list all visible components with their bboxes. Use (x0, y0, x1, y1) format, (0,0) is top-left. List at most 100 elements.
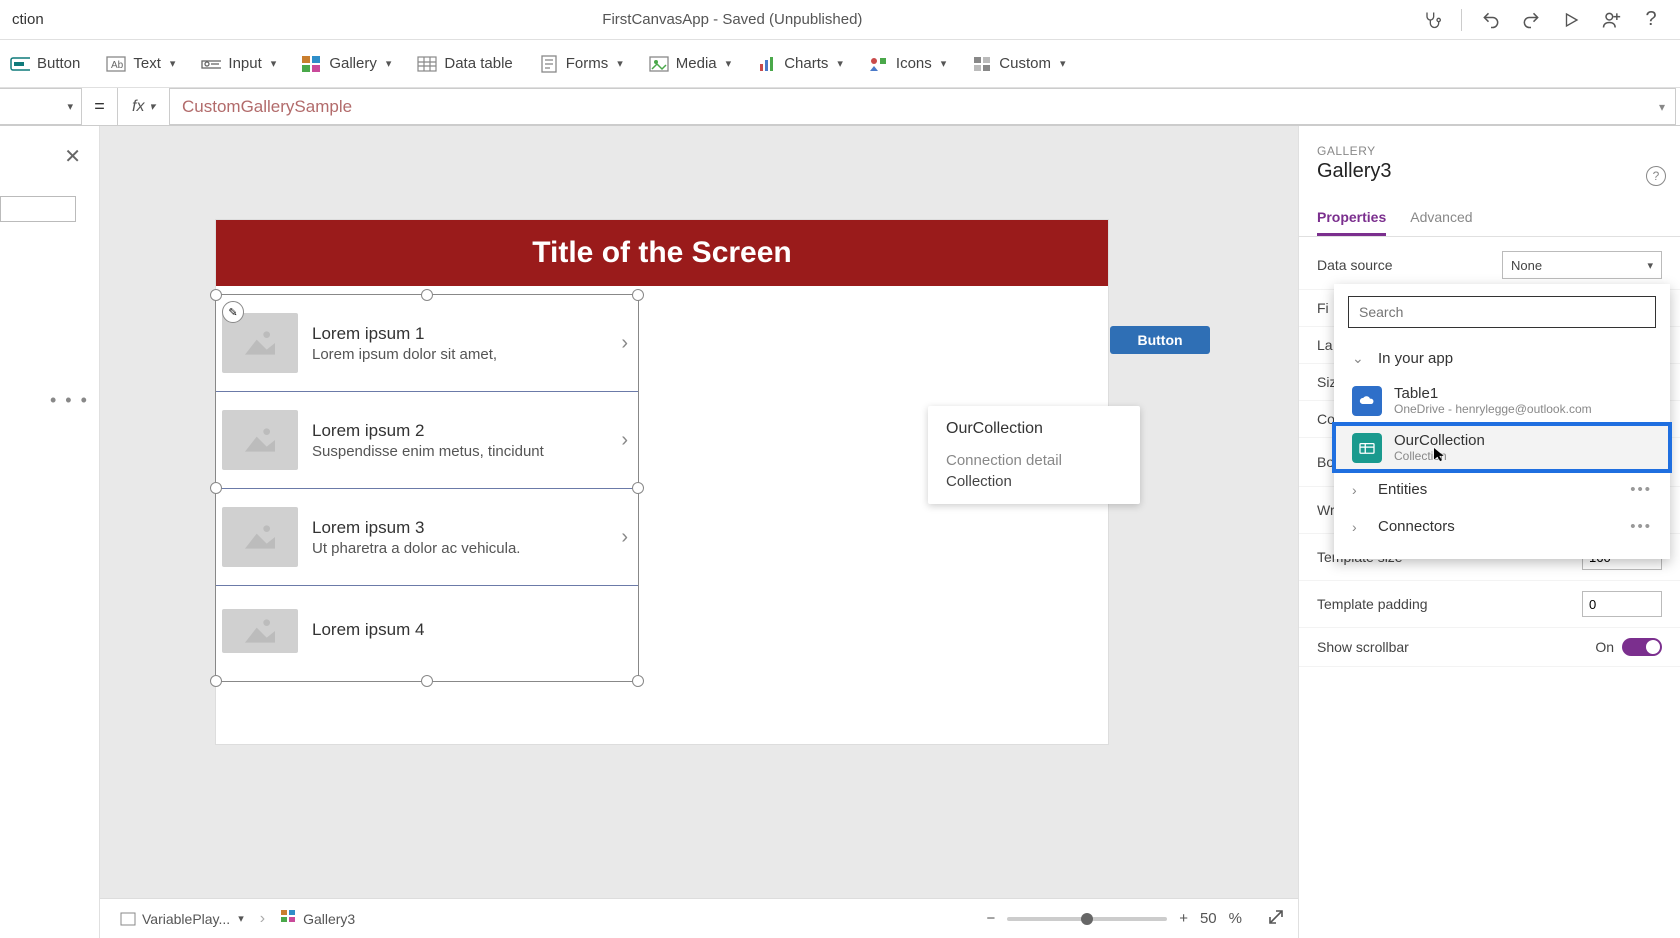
chevron-down-icon: ▾ (386, 57, 392, 70)
button-icon (10, 54, 30, 74)
icons-icon (869, 54, 889, 74)
chevron-right-icon[interactable]: › (621, 526, 628, 549)
search-tree-input[interactable] (0, 196, 76, 222)
breadcrumb-label: VariablePlay... (142, 911, 230, 927)
chevron-down-icon: ▾ (67, 100, 73, 113)
zoom-knob[interactable] (1081, 913, 1093, 925)
resize-handle[interactable] (632, 289, 644, 301)
play-icon[interactable] (1560, 9, 1582, 31)
fx-text: fx (132, 98, 144, 116)
more-icon[interactable]: ••• (1630, 481, 1652, 498)
screen-icon (120, 912, 136, 926)
prop-datasource: Data source None▾ (1299, 241, 1680, 290)
insert-media[interactable]: Media▾ (647, 50, 733, 78)
canvas[interactable]: Title of the Screen Button ✎ Lorem ipsum… (100, 126, 1298, 938)
resize-handle[interactable] (210, 482, 222, 494)
edit-pencil-icon[interactable]: ✎ (222, 301, 244, 323)
custom-icon (972, 54, 992, 74)
ds-section-label: In your app (1378, 350, 1453, 367)
onedrive-icon (1352, 386, 1382, 416)
chevron-down-icon: ▾ (149, 100, 155, 113)
chevron-right-icon: › (1352, 519, 1368, 535)
titlebar-left-fragment: ction (8, 11, 44, 28)
gallery3-control[interactable]: ✎ Lorem ipsum 1Lorem ipsum dolor sit ame… (215, 294, 639, 682)
prop-label: Data source (1317, 257, 1392, 273)
ds-section-entities[interactable]: › Entities ••• (1334, 471, 1670, 508)
gallery-row[interactable]: Lorem ipsum 3Ut pharetra a dolor ac vehi… (216, 489, 638, 586)
more-icon[interactable]: • • • (50, 390, 89, 411)
ds-section-inapp[interactable]: ⌄ In your app (1334, 340, 1670, 377)
insert-media-label: Media (676, 55, 717, 72)
insert-icons-label: Icons (896, 55, 932, 72)
zoom-in-icon[interactable]: + (1179, 910, 1188, 927)
divider (1461, 9, 1462, 31)
resize-handle[interactable] (632, 675, 644, 687)
close-icon[interactable]: ✕ (64, 144, 81, 169)
chevron-right-icon[interactable]: › (621, 429, 628, 452)
zoom-out-icon[interactable]: − (986, 910, 995, 927)
help-icon[interactable]: ? (1646, 166, 1666, 186)
property-selector[interactable]: ▾ (0, 88, 82, 125)
resize-handle[interactable] (421, 289, 433, 301)
scrollbar-toggle[interactable] (1622, 638, 1662, 656)
resize-handle[interactable] (632, 482, 644, 494)
breadcrumb-item[interactable]: VariablePlay... ▾ (114, 907, 250, 931)
ds-section-connectors[interactable]: › Connectors ••• (1334, 508, 1670, 545)
screen-title-label: Title of the Screen (216, 220, 1108, 286)
prop-label: Template padding (1317, 596, 1428, 612)
chevron-down-icon: ▾ (271, 57, 277, 70)
insert-forms[interactable]: Forms▾ (537, 50, 625, 78)
chevron-down-icon: ▾ (1647, 259, 1653, 272)
tab-properties[interactable]: Properties (1317, 201, 1386, 236)
insert-datatable-label: Data table (444, 55, 512, 72)
formula-bar: ▾ = fx▾ CustomGallerySample ▾ (0, 88, 1680, 126)
zoom-slider[interactable] (1007, 917, 1167, 921)
image-placeholder-icon (222, 609, 298, 653)
formula-value: CustomGallerySample (182, 97, 352, 117)
resize-handle[interactable] (210, 675, 222, 687)
undo-icon[interactable] (1480, 9, 1502, 31)
chevron-down-icon: ▾ (1060, 57, 1066, 70)
prop-label: Co (1317, 411, 1335, 427)
tree-view-panel: ✕ • • • (0, 126, 100, 938)
ds-item-table1[interactable]: Table1 OneDrive - henrylegge@outlook.com (1334, 377, 1670, 424)
table-icon (417, 54, 437, 74)
resize-handle[interactable] (210, 289, 222, 301)
gallery-row[interactable]: Lorem ipsum 1Lorem ipsum dolor sit amet,… (216, 295, 638, 392)
insert-custom[interactable]: Custom▾ (970, 50, 1067, 78)
insert-text[interactable]: Ab Text▾ (104, 50, 177, 78)
insert-gallery[interactable]: Gallery▾ (300, 50, 393, 78)
share-icon[interactable] (1600, 9, 1622, 31)
ds-search-input[interactable] (1348, 296, 1656, 328)
tab-advanced[interactable]: Advanced (1410, 201, 1472, 236)
zoom-percent: % (1229, 910, 1242, 927)
gallery-row[interactable]: Lorem ipsum 4 (216, 586, 638, 676)
resize-handle[interactable] (421, 675, 433, 687)
more-icon[interactable]: ••• (1630, 518, 1652, 535)
gallery-icon (281, 910, 297, 927)
insert-button[interactable]: Button (8, 50, 82, 78)
help-icon[interactable]: ? (1640, 9, 1662, 31)
insert-datatable[interactable]: Data table (415, 50, 514, 78)
insert-input[interactable]: Input▾ (199, 50, 278, 78)
stethoscope-icon[interactable] (1421, 9, 1443, 31)
canvas-button[interactable]: Button (1110, 326, 1210, 354)
gallery-row[interactable]: Lorem ipsum 2Suspendisse enim metus, tin… (216, 392, 638, 489)
datasource-dropdown[interactable]: None▾ (1502, 251, 1662, 279)
image-placeholder-icon (222, 507, 298, 567)
cursor-icon (1434, 448, 1448, 462)
redo-icon[interactable] (1520, 9, 1542, 31)
insert-charts[interactable]: Charts▾ (755, 50, 845, 78)
templatepadding-input[interactable] (1582, 591, 1662, 617)
formula-input[interactable]: CustomGallerySample ▾ (170, 88, 1676, 125)
forms-icon (539, 54, 559, 74)
ds-item-ourcollection[interactable]: OurCollection Collection (1334, 424, 1670, 471)
fx-label[interactable]: fx ▾ (118, 88, 170, 125)
chevron-down-icon: ▾ (837, 57, 843, 70)
breadcrumb-item[interactable]: Gallery3 (275, 906, 361, 931)
image-placeholder-icon (222, 410, 298, 470)
chevron-right-icon[interactable]: › (621, 332, 628, 355)
expand-icon[interactable]: ▾ (1659, 100, 1665, 114)
insert-icons[interactable]: Icons▾ (867, 50, 948, 78)
fullscreen-icon[interactable] (1268, 909, 1284, 929)
